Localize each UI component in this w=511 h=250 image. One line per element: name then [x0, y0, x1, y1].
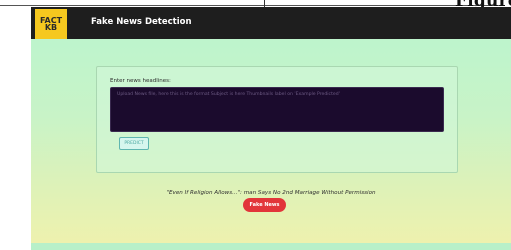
page-rule — [0, 5, 500, 6]
brand-title[interactable]: Fake News Detection — [91, 17, 192, 27]
logo-text: FACT KB — [39, 16, 63, 32]
input-card: Enter news headlines: Upload News file, … — [96, 66, 458, 173]
navbar: FACT KB Fake News Detection — [31, 7, 511, 39]
factkb-logo[interactable]: FACT KB — [35, 9, 67, 39]
headline-label: Enter news headlines: — [110, 78, 171, 84]
headline-input[interactable]: Upload News file, here this is the forma… — [110, 87, 444, 132]
result-headline: "Even If Religion Allows...": man Says N… — [166, 190, 376, 196]
app-window: FACT KB Fake News Detection Enter news h… — [31, 7, 511, 250]
footer-strip — [31, 243, 511, 250]
page-tick — [264, 0, 265, 7]
predict-button[interactable]: PREDICT — [119, 137, 149, 150]
prediction-badge: Fake News — [243, 198, 286, 212]
